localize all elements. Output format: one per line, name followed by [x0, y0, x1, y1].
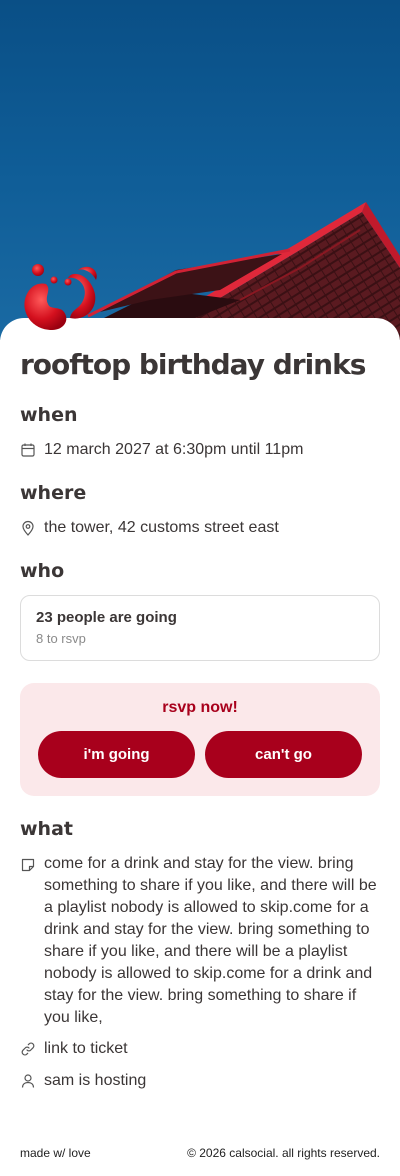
- footer-copyright: © 2026 calsocial. all rights reserved.: [187, 1146, 380, 1160]
- host-name: sam is hosting: [44, 1072, 147, 1089]
- rsvp-pending-count: 8 to rsvp: [36, 631, 86, 646]
- when-row: 12 march 2027 at 6:30pm until 11pm: [20, 441, 303, 459]
- map-pin-icon: [20, 520, 36, 536]
- when-heading: when: [20, 404, 78, 426]
- event-title: rooftop birthday drinks: [20, 348, 366, 381]
- calsocial-logo: [18, 260, 102, 336]
- ticket-row[interactable]: link to ticket: [20, 1040, 128, 1058]
- where-row: the tower, 42 customs street east: [20, 519, 279, 537]
- event-description: come for a drink and stay for the view. …: [44, 855, 377, 1026]
- description-row: come for a drink and stay for the view. …: [20, 853, 380, 1029]
- host-row: sam is hosting: [20, 1072, 146, 1090]
- user-icon: [20, 1073, 36, 1089]
- cant-go-button[interactable]: can't go: [205, 731, 362, 778]
- who-heading: who: [20, 560, 65, 582]
- footer-tagline: made w/ love: [20, 1146, 91, 1160]
- going-count: 23 people are going: [36, 609, 177, 626]
- rsvp-heading: rsvp now!: [162, 699, 238, 716]
- rsvp-panel: rsvp now! i'm going can't go: [20, 683, 380, 796]
- note-icon: [20, 857, 36, 873]
- event-location: the tower, 42 customs street east: [44, 519, 279, 536]
- what-heading: what: [20, 818, 73, 840]
- attendees-card[interactable]: 23 people are going 8 to rsvp: [20, 595, 380, 661]
- where-heading: where: [20, 482, 87, 504]
- ticket-link[interactable]: link to ticket: [44, 1040, 128, 1058]
- link-icon: [20, 1041, 36, 1057]
- event-datetime: 12 march 2027 at 6:30pm until 11pm: [44, 441, 304, 458]
- calendar-icon: [20, 442, 36, 458]
- going-button[interactable]: i'm going: [38, 731, 195, 778]
